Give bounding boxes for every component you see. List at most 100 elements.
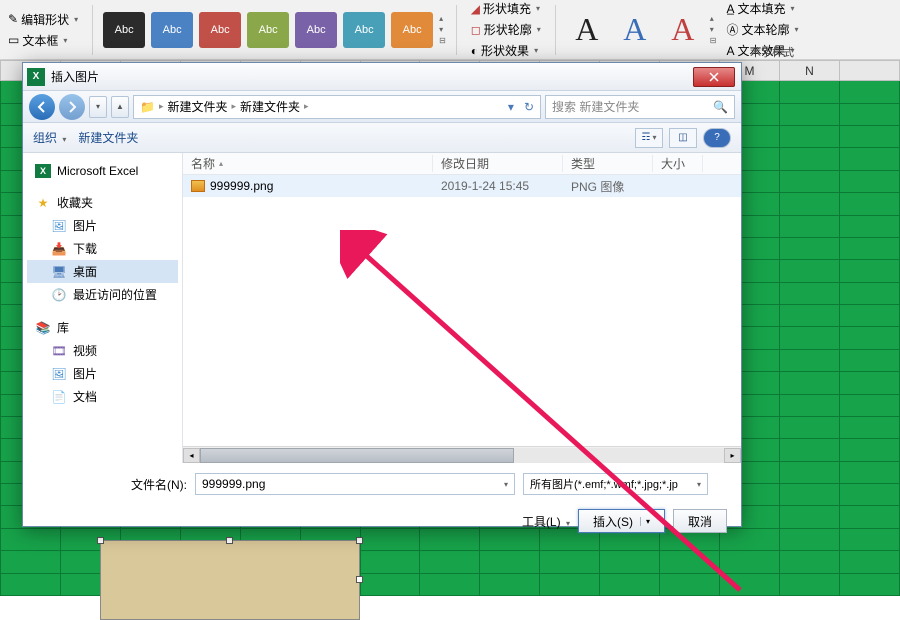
separator: [456, 5, 457, 55]
up-button[interactable]: ▲: [111, 96, 129, 118]
column-header-type[interactable]: 类型: [563, 155, 653, 172]
wordart-group: A A A ▴▾⊟: [566, 9, 717, 51]
shape-format-group: ◢ 形状填充 ▾ ◻ 形状轮廓 ▾ ◐ 形状效果 ▾: [467, 0, 545, 60]
organize-button[interactable]: 组织 ▾: [33, 129, 66, 146]
view-mode-button[interactable]: ☶ ▾: [635, 128, 663, 148]
dialog-toolbar: 组织 ▾ 新建文件夹 ☶ ▾ ◫ ?: [23, 123, 741, 153]
arrow-left-icon: [35, 100, 49, 114]
insert-label: 插入(S): [593, 513, 633, 530]
scroll-left-button[interactable]: ◂: [183, 448, 200, 463]
breadcrumb[interactable]: 📁 ▸ 新建文件夹 ▸ 新建文件夹 ▸ ▾ ↻: [133, 95, 541, 119]
wordart-style-3[interactable]: A: [662, 9, 704, 51]
arrow-right-icon: [65, 100, 79, 114]
sidebar-label: 视频: [73, 342, 97, 359]
dialog-body: X Microsoft Excel ★ 收藏夹 🖼 图片 📥 下载 🖥: [23, 153, 741, 463]
shape-outline-button[interactable]: ◻ 形状轮廓 ▾: [467, 20, 545, 39]
wordart-group-label: 术字样式: [750, 44, 794, 60]
wordart-gallery[interactable]: A A A ▴▾⊟: [566, 9, 717, 51]
filename-input[interactable]: 999999.png ▾: [195, 473, 515, 495]
shape-style-4[interactable]: Abc: [247, 12, 289, 48]
close-icon: [708, 72, 720, 82]
dropdown-icon[interactable]: ▾: [504, 480, 508, 489]
breadcrumb-item[interactable]: 新建文件夹: [167, 98, 227, 115]
column-header-name[interactable]: 名称 ▴: [183, 155, 433, 172]
effect-icon: ◐: [471, 44, 478, 58]
dropdown-icon: ▾: [534, 46, 538, 55]
sidebar-item-pictures[interactable]: 🖼 图片: [27, 214, 178, 237]
cancel-button[interactable]: 取消: [673, 509, 727, 533]
selected-shape-placeholder[interactable]: [100, 540, 360, 620]
wordart-style-2[interactable]: A: [614, 9, 656, 51]
back-button[interactable]: [29, 94, 55, 120]
help-button[interactable]: ?: [703, 128, 731, 148]
history-dropdown[interactable]: ▾: [89, 96, 107, 118]
new-folder-button[interactable]: 新建文件夹: [78, 129, 138, 146]
video-icon: 🎞: [51, 344, 67, 358]
sidebar-item-excel[interactable]: X Microsoft Excel: [27, 161, 178, 181]
close-button[interactable]: [693, 67, 735, 87]
file-list-header: 名称 ▴ 修改日期 类型 大小: [183, 153, 741, 175]
tools-button[interactable]: 工具(L) ▾: [522, 513, 570, 530]
sidebar-label: 最近访问的位置: [73, 286, 157, 303]
star-icon: ★: [35, 196, 51, 210]
shape-style-5[interactable]: Abc: [295, 12, 337, 48]
edit-shape-icon: ✎: [8, 12, 18, 26]
insert-button[interactable]: 插入(S) ▾: [578, 509, 665, 533]
sidebar-item-desktop[interactable]: 🖥 桌面: [27, 260, 178, 283]
file-filter-dropdown[interactable]: 所有图片(*.emf;*.wmf;*.jpg;*.jp ▾: [523, 473, 708, 495]
dialog-title: 插入图片: [51, 68, 99, 85]
text-outline-label: 文本轮廓: [742, 21, 790, 38]
breadcrumb-dropdown[interactable]: ▾: [508, 100, 514, 114]
excel-icon: X: [35, 164, 51, 178]
scroll-right-button[interactable]: ▸: [724, 448, 741, 463]
shape-styles-gallery[interactable]: Abc Abc Abc Abc Abc Abc Abc ▴▾⊟: [103, 12, 446, 48]
filename-value: 999999.png: [202, 477, 265, 491]
gallery-scroller[interactable]: ▴▾⊟: [439, 14, 446, 45]
scroll-track[interactable]: [200, 448, 724, 463]
sidebar-item-documents[interactable]: 📄 文档: [27, 385, 178, 408]
file-row[interactable]: 999999.png 2019-1-24 15:45 PNG 图像: [183, 175, 741, 197]
text-fill-button[interactable]: A̲ 文本填充 ▾: [723, 0, 803, 18]
search-input[interactable]: 搜索 新建文件夹 🔍: [545, 95, 735, 119]
gallery-scroller[interactable]: ▴▾⊟: [710, 14, 717, 45]
text-box-button[interactable]: ▭ 文本框 ▾: [4, 31, 82, 50]
file-list-pane: 名称 ▴ 修改日期 类型 大小 999999.png 2019-1-24 15:…: [183, 153, 741, 463]
text-outline-button[interactable]: Ⓐ 文本轮廓 ▾: [723, 20, 803, 39]
forward-button[interactable]: [59, 94, 85, 120]
sidebar-item-favorites[interactable]: ★ 收藏夹: [27, 191, 178, 214]
split-dropdown-icon[interactable]: ▾: [640, 517, 650, 526]
sidebar-item-library[interactable]: 📚 库: [27, 316, 178, 339]
shape-effect-button[interactable]: ◐ 形状效果 ▾: [467, 41, 545, 60]
horizontal-scrollbar[interactable]: ◂ ▸: [183, 446, 741, 463]
sort-asc-icon: ▴: [219, 159, 223, 168]
preview-pane-button[interactable]: ◫: [669, 128, 697, 148]
scroll-thumb[interactable]: [200, 448, 514, 463]
sidebar-item-recent[interactable]: 🕑 最近访问的位置: [27, 283, 178, 306]
shape-style-2[interactable]: Abc: [151, 12, 193, 48]
refresh-button[interactable]: ↻: [524, 100, 534, 114]
breadcrumb-item[interactable]: 新建文件夹: [240, 98, 300, 115]
dialog-footer: 文件名(N): 999999.png ▾ 所有图片(*.emf;*.wmf;*.…: [23, 463, 741, 543]
shape-style-1[interactable]: Abc: [103, 12, 145, 48]
column-header-date[interactable]: 修改日期: [433, 155, 563, 172]
column-header-size[interactable]: 大小: [653, 155, 703, 172]
pictures-icon: 🖼: [51, 367, 67, 381]
shape-style-3[interactable]: Abc: [199, 12, 241, 48]
shape-style-7[interactable]: Abc: [391, 12, 433, 48]
shape-style-6[interactable]: Abc: [343, 12, 385, 48]
column-header[interactable]: N: [780, 61, 840, 81]
sidebar-item-downloads[interactable]: 📥 下载: [27, 237, 178, 260]
sidebar-item-videos[interactable]: 🎞 视频: [27, 339, 178, 362]
chevron-right-icon: ▸: [232, 101, 237, 112]
shape-fill-button[interactable]: ◢ 形状填充 ▾: [467, 0, 545, 18]
downloads-icon: 📥: [51, 242, 67, 256]
insert-picture-dialog: X 插入图片 ▾ ▲ 📁 ▸ 新建文件夹 ▸ 新建文件夹 ▸ ▾ ↻ 搜索 新建…: [22, 62, 742, 527]
edit-shape-button[interactable]: ✎ 编辑形状 ▾: [4, 10, 82, 29]
dialog-titlebar[interactable]: X 插入图片: [23, 63, 741, 91]
chevron-right-icon: ▸: [159, 101, 164, 112]
text-box-icon: ▭: [8, 33, 19, 47]
sidebar-item-pictures-lib[interactable]: 🖼 图片: [27, 362, 178, 385]
sidebar-label: 图片: [73, 365, 97, 382]
resize-handle[interactable]: [356, 576, 363, 583]
wordart-style-1[interactable]: A: [566, 9, 608, 51]
